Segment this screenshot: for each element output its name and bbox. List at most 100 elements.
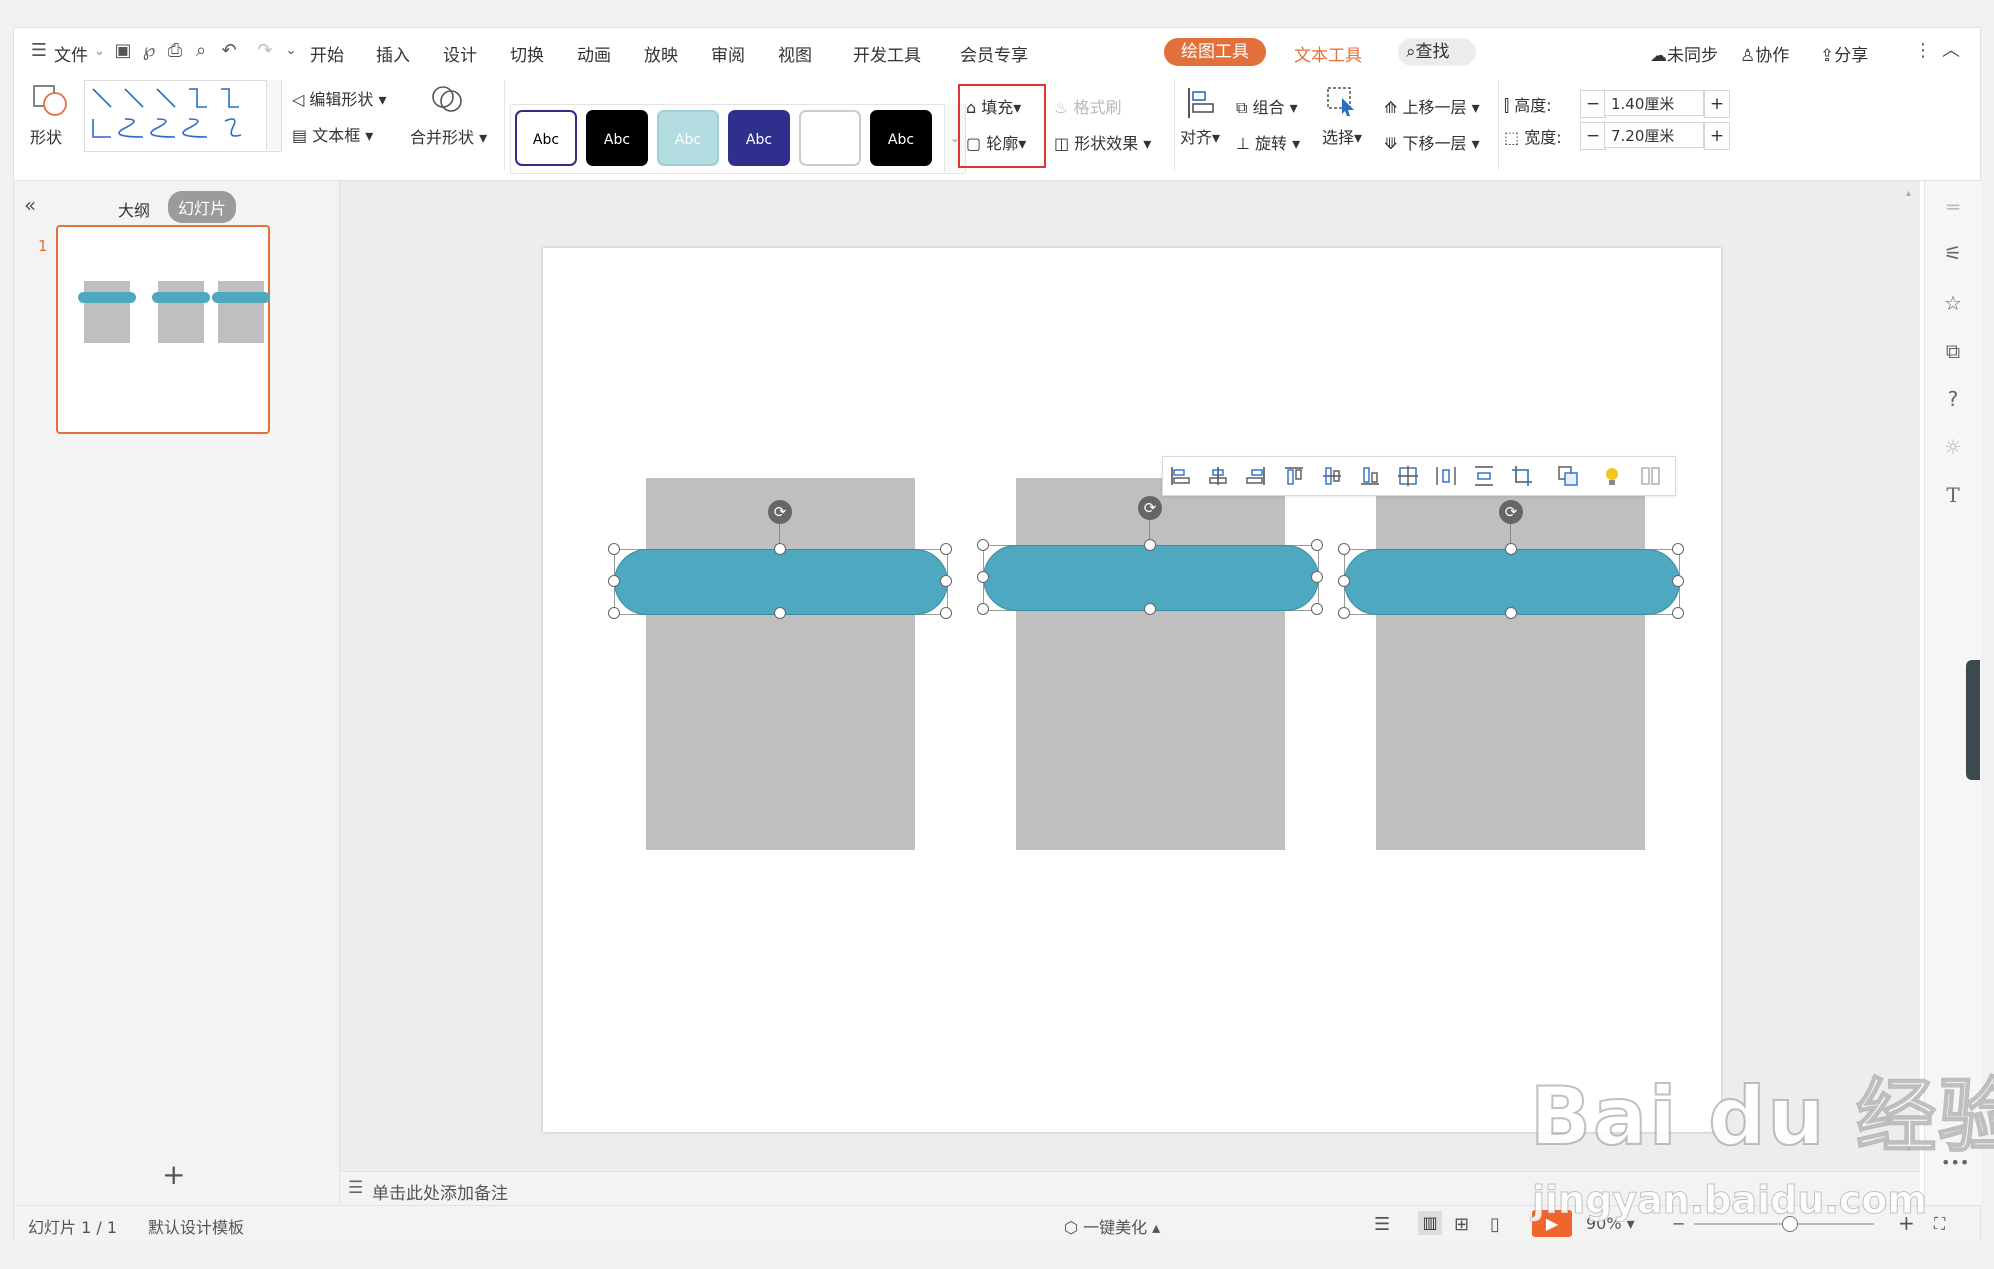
slide-thumbnail[interactable]: [56, 225, 270, 434]
format-painter-icon[interactable]: ℘: [138, 40, 160, 62]
layer-icon[interactable]: [1557, 465, 1579, 487]
fit-window-icon[interactable]: ⛶: [1934, 1214, 1945, 1234]
hamburger-icon[interactable]: ☰: [28, 40, 50, 62]
help-icon[interactable]: ?: [1941, 387, 1965, 411]
outline-button[interactable]: ▢ 轮廓▾: [966, 130, 1026, 154]
rounded-rectangle-1[interactable]: [614, 549, 948, 615]
resize-handle[interactable]: [1672, 607, 1684, 619]
gray-rectangle-1[interactable]: [646, 478, 915, 850]
shape-style-3[interactable]: Abc: [657, 110, 719, 166]
shape-style-2[interactable]: Abc: [586, 110, 648, 166]
resize-handle[interactable]: [977, 603, 989, 615]
distribute-vertical-icon[interactable]: [1473, 465, 1495, 487]
align-icon[interactable]: [1186, 86, 1216, 120]
resize-handle[interactable]: [977, 571, 989, 583]
vertical-scrollbar[interactable]: ▴ ▾: [1906, 188, 1916, 1163]
group-button[interactable]: ⧉ 组合 ▾: [1236, 94, 1298, 118]
width-input[interactable]: 7.20厘米: [1604, 122, 1704, 148]
bring-forward-button[interactable]: ⟰ 上移一层 ▾: [1384, 94, 1480, 118]
shape-icon[interactable]: [32, 82, 68, 118]
transition-icon[interactable]: ⧉: [1941, 339, 1965, 363]
merge-shape-icon[interactable]: [430, 82, 464, 116]
align-top-icon[interactable]: [1283, 465, 1305, 487]
align-right-icon[interactable]: [1245, 465, 1267, 487]
send-backward-button[interactable]: ⟱ 下移一层 ▾: [1384, 130, 1480, 154]
edit-shape-button[interactable]: ◁ 编辑形状 ▾: [292, 86, 387, 110]
fill-button[interactable]: ⌂ 填充▾: [966, 94, 1021, 118]
share-button[interactable]: ⇪分享: [1820, 41, 1868, 66]
undo-icon[interactable]: ↶: [218, 40, 240, 62]
align-label[interactable]: 对齐▾: [1180, 124, 1220, 148]
textbox-button[interactable]: ▤ 文本框 ▾: [292, 122, 373, 146]
height-decrement[interactable]: −: [1580, 90, 1606, 118]
slide-sorter-icon[interactable]: ⊞: [1454, 1214, 1469, 1235]
select-label[interactable]: 选择▾: [1322, 124, 1362, 148]
resize-handle[interactable]: [1672, 575, 1684, 587]
text-icon[interactable]: T: [1941, 483, 1965, 507]
format-painter-button[interactable]: ♨ 格式刷: [1054, 94, 1121, 118]
resize-handle[interactable]: [1505, 607, 1517, 619]
tab-slideshow[interactable]: 放映: [644, 41, 678, 66]
resize-handle[interactable]: [774, 543, 786, 555]
collapse-panel-icon[interactable]: «: [24, 193, 36, 217]
rotate-handle-icon[interactable]: ⟳: [1499, 500, 1523, 524]
properties-icon[interactable]: ⚟: [1941, 241, 1965, 265]
gallery-scroll[interactable]: [266, 80, 281, 150]
notes-toggle-icon[interactable]: ☰: [1374, 1214, 1390, 1235]
merge-shape-label[interactable]: 合并形状 ▾: [410, 124, 487, 148]
collaborate-button[interactable]: ♙协作: [1740, 41, 1789, 66]
tab-slides[interactable]: 幻灯片: [168, 191, 237, 223]
template-name[interactable]: 默认设计模板: [148, 1214, 244, 1238]
tab-start[interactable]: 开始: [310, 41, 344, 66]
beautify-button[interactable]: ⬡ 一键美化 ▴: [1064, 1214, 1160, 1238]
tab-animation[interactable]: 动画: [577, 41, 611, 66]
align-middle-icon[interactable]: [1321, 465, 1343, 487]
more-options-icon[interactable]: ⋮: [1912, 40, 1934, 62]
shape-style-5[interactable]: [799, 110, 861, 166]
resize-handle[interactable]: [1338, 575, 1350, 587]
save-icon[interactable]: ▣: [112, 40, 134, 62]
resize-handle[interactable]: [1311, 539, 1323, 551]
rotate-button[interactable]: ⊥ 旋转 ▾: [1236, 130, 1300, 154]
search-box[interactable]: ⌕查找: [1398, 38, 1476, 66]
print-icon[interactable]: ⎙: [164, 40, 186, 62]
resize-handle[interactable]: [940, 543, 952, 555]
gray-rectangle-2[interactable]: [1016, 478, 1285, 850]
align-left-icon[interactable]: [1169, 465, 1191, 487]
tab-text-tools[interactable]: 文本工具: [1294, 41, 1362, 66]
side-widget[interactable]: [1966, 660, 1980, 780]
width-decrement[interactable]: −: [1580, 122, 1606, 150]
redo-icon[interactable]: ↷: [254, 40, 276, 62]
star-icon[interactable]: ☆: [1941, 291, 1965, 315]
shape-style-6[interactable]: Abc: [870, 110, 932, 166]
print-preview-icon[interactable]: ⌕: [190, 40, 212, 62]
drag-handle-icon[interactable]: ═: [1941, 195, 1965, 219]
tab-member[interactable]: 会员专享: [960, 41, 1028, 66]
scroll-up-icon[interactable]: ▴: [1906, 188, 1911, 199]
resize-handle[interactable]: [608, 543, 620, 555]
resize-handle[interactable]: [1505, 543, 1517, 555]
reading-view-icon[interactable]: ▯: [1490, 1214, 1500, 1235]
notes-placeholder[interactable]: 单击此处添加备注: [372, 1179, 508, 1204]
shape-style-1[interactable]: Abc: [515, 110, 577, 166]
width-increment[interactable]: +: [1704, 122, 1730, 150]
resize-handle[interactable]: [1144, 603, 1156, 615]
add-slide-icon[interactable]: +: [162, 1158, 185, 1191]
resize-handle[interactable]: [1338, 607, 1350, 619]
align-bottom-icon[interactable]: [1359, 465, 1381, 487]
resize-handle[interactable]: [1672, 543, 1684, 555]
tab-insert[interactable]: 插入: [376, 41, 410, 66]
shape-style-4[interactable]: Abc: [728, 110, 790, 166]
lightbulb-icon[interactable]: [1601, 465, 1623, 487]
more-tools-icon[interactable]: [1639, 465, 1661, 487]
rounded-rectangle-2[interactable]: [983, 545, 1319, 611]
line-shape-gallery[interactable]: [84, 80, 282, 152]
tab-design[interactable]: 设计: [443, 41, 477, 66]
tab-outline[interactable]: 大纲: [118, 197, 150, 221]
resize-handle[interactable]: [940, 607, 952, 619]
shape-effect-button[interactable]: ◫ 形状效果 ▾: [1054, 130, 1151, 154]
distribute-horizontal-icon[interactable]: [1435, 465, 1457, 487]
rounded-rectangle-3[interactable]: [1344, 549, 1680, 615]
resize-handle[interactable]: [977, 539, 989, 551]
shape-label[interactable]: 形状: [30, 124, 62, 148]
